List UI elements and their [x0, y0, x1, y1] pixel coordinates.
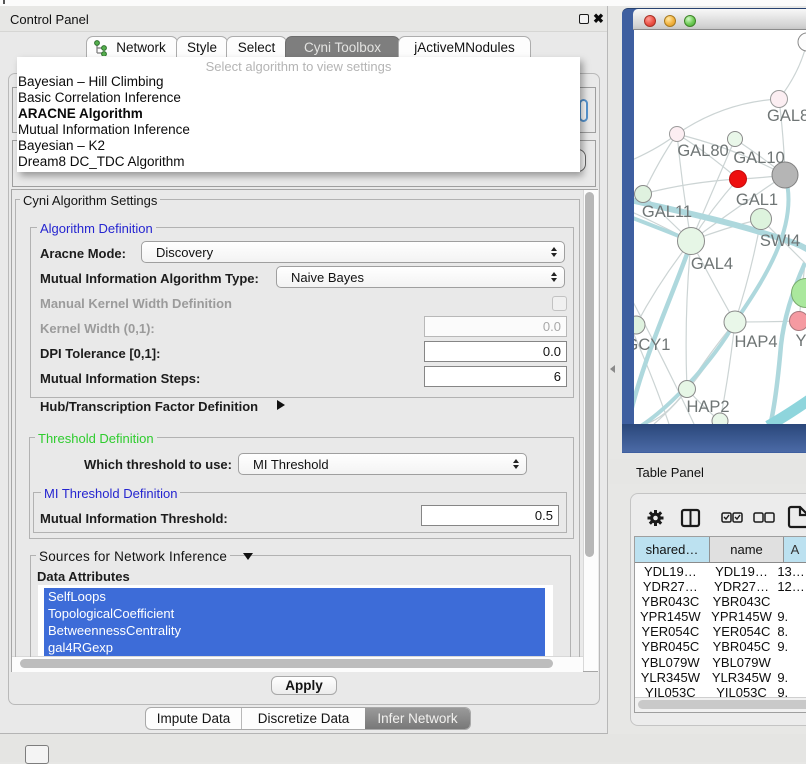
svg-text:GAL80: GAL80: [677, 142, 728, 160]
svg-text:HAP2: HAP2: [686, 398, 729, 416]
svg-text:Y: Y: [795, 332, 806, 350]
svg-text:GAL11: GAL11: [642, 203, 692, 221]
svg-text:HAP4: HAP4: [734, 333, 777, 351]
svg-text:GAL8: GAL8: [767, 107, 806, 125]
svg-text:GAL10: GAL10: [733, 149, 784, 167]
svg-text:GAL4: GAL4: [691, 255, 733, 273]
svg-text:GAL1: GAL1: [736, 191, 778, 209]
svg-text:GCY1: GCY1: [634, 336, 670, 354]
svg-text:SWI4: SWI4: [760, 232, 800, 250]
